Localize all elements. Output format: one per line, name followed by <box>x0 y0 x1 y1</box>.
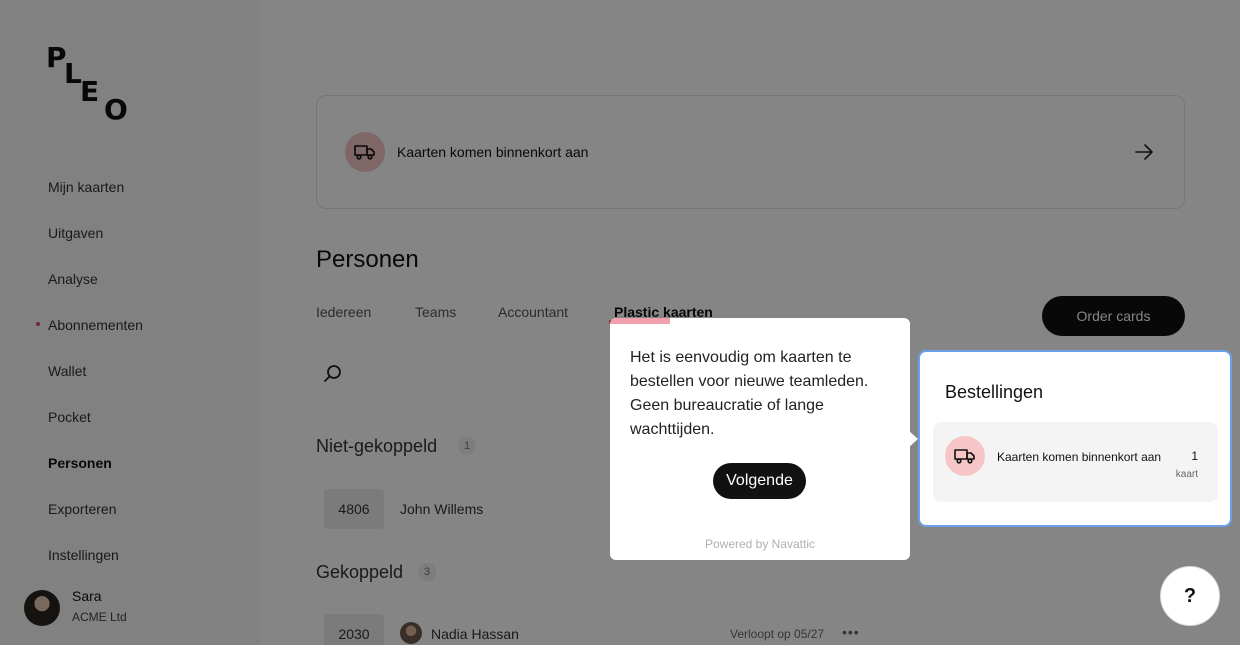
orders-panel: Bestellingen Kaarten komen binnenkort aa… <box>918 350 1232 527</box>
order-row[interactable]: Kaarten komen binnenkort aan 1 kaart <box>933 422 1218 502</box>
tour-tooltip: Het is eenvoudig om kaarten te bestellen… <box>610 318 918 560</box>
order-row-count: 1 <box>1191 449 1198 463</box>
help-button[interactable]: ? <box>1160 566 1220 626</box>
order-row-text: Kaarten komen binnenkort aan <box>997 450 1162 464</box>
orders-title: Bestellingen <box>945 382 1044 402</box>
powered-by-link[interactable]: Powered by Navattic <box>610 537 910 551</box>
next-button[interactable]: Volgende <box>713 463 806 499</box>
tooltip-text: Het is eenvoudig om kaarten te bestellen… <box>630 349 869 438</box>
truck-icon <box>945 436 985 476</box>
order-row-unit: kaart <box>1175 469 1198 480</box>
tooltip-pointer <box>908 430 918 448</box>
tour-progress-bar <box>610 318 670 324</box>
